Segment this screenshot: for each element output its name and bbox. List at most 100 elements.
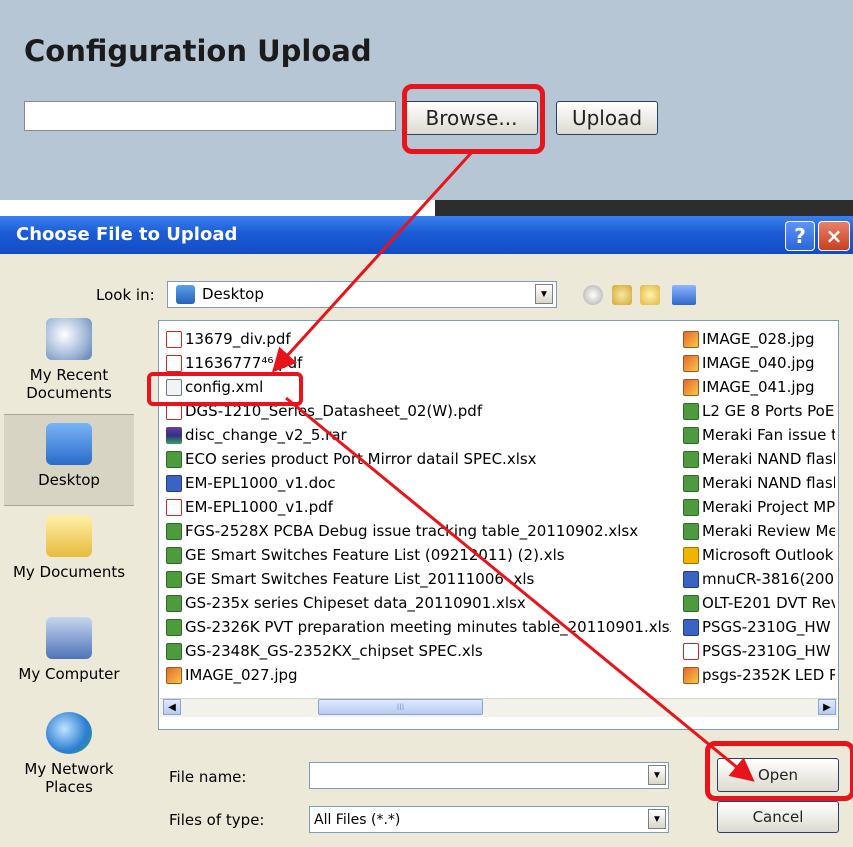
xls-file-icon [683, 402, 699, 420]
background-strip [435, 200, 853, 216]
file-item[interactable]: EM-EPL1000_v1.pdf [166, 496, 671, 518]
file-name: GS-2326K PVT preparation meeting minutes… [185, 618, 671, 636]
xls-file-icon [683, 522, 699, 540]
file-item[interactable]: GS-235x series Chipeset data_20110901.xl… [166, 592, 671, 614]
place-my-recent-documents[interactable]: My Recent Documents [4, 318, 134, 402]
file-item[interactable]: GE Smart Switches Feature List_20111006 … [166, 568, 671, 590]
new-folder-icon[interactable] [640, 285, 660, 305]
file-item[interactable]: PSGS-2310G_HW I [683, 616, 835, 638]
xls-file-icon [166, 570, 182, 588]
file-item[interactable]: 13679_div.pdf [166, 328, 671, 350]
rar-file-icon [166, 426, 182, 444]
scroll-left-icon[interactable]: ◀ [163, 699, 181, 715]
file-item[interactable]: IMAGE_028.jpg [683, 328, 835, 350]
place-label: Desktop [38, 471, 100, 489]
file-item[interactable]: Microsoft Outlook [683, 544, 835, 566]
file-name: EM-EPL1000_v1.doc [185, 474, 336, 492]
xls-file-icon [683, 498, 699, 516]
file-item[interactable]: Meraki NAND flash [683, 448, 835, 470]
file-item[interactable]: mnuCR-3816(2008 [683, 568, 835, 590]
file-item[interactable]: IMAGE_041.jpg [683, 376, 835, 398]
pst-file-icon [683, 546, 699, 564]
file-name: GE Smart Switches Feature List (09212011… [185, 546, 565, 564]
cancel-button[interactable]: Cancel [717, 801, 839, 833]
views-menu-icon[interactable] [672, 285, 696, 305]
file-path-input[interactable] [24, 101, 396, 131]
file-item[interactable]: Meraki Fan issue t [683, 424, 835, 446]
file-name: GS-235x series Chipeset data_20110901.xl… [185, 594, 526, 612]
file-item[interactable]: FGS-2528X PCBA Debug issue tracking tabl… [166, 520, 671, 542]
look-in-value: Desktop [202, 285, 264, 303]
xls-file-icon [683, 450, 699, 468]
up-folder-icon[interactable] [612, 285, 632, 305]
back-icon[interactable] [583, 285, 603, 305]
file-name-label: File name: [169, 768, 247, 786]
file-item[interactable]: 11636777⁴⁶.pdf [166, 352, 671, 374]
place-my-documents[interactable]: My Documents [4, 515, 134, 581]
pdf-file-icon [166, 498, 182, 516]
file-item[interactable]: Meraki Project MP [683, 496, 835, 518]
jpg-file-icon [683, 330, 699, 348]
help-button[interactable]: ? [785, 221, 815, 251]
file-name: Meraki Project MP [702, 498, 835, 516]
scroll-thumb[interactable]: III [318, 699, 483, 715]
file-name: Meraki Review Me [702, 522, 835, 540]
chevron-down-icon[interactable]: ▼ [648, 809, 666, 829]
file-item[interactable]: OLT-E201 DVT Rev [683, 592, 835, 614]
xls-file-icon [166, 618, 182, 636]
xls-file-icon [683, 426, 699, 444]
network-icon [46, 712, 92, 754]
files-of-type-select[interactable]: All Files (*.*) [309, 806, 669, 833]
file-name: mnuCR-3816(2008 [702, 570, 835, 588]
place-label: My Recent Documents [26, 366, 112, 402]
file-item[interactable]: GS-2348K_GS-2352KX_chipset SPEC.xls [166, 640, 671, 662]
upload-button[interactable]: Upload [556, 101, 658, 135]
xls-file-icon [683, 474, 699, 492]
file-item[interactable]: EM-EPL1000_v1.doc [166, 472, 671, 494]
file-name: Microsoft Outlook [702, 546, 834, 564]
file-name: IMAGE_027.jpg [185, 666, 298, 684]
jpg-file-icon [683, 378, 699, 396]
file-item[interactable]: PSGS-2310G_HW I [683, 640, 835, 662]
xls-file-icon [166, 450, 182, 468]
file-name: L2 GE 8 Ports PoE [702, 402, 835, 420]
file-name: PSGS-2310G_HW I [702, 618, 835, 636]
pdf-file-icon [166, 330, 182, 348]
file-name: EM-EPL1000_v1.pdf [185, 498, 333, 516]
jpg-file-icon [683, 666, 699, 684]
xls-file-icon [166, 546, 182, 564]
file-item[interactable]: psgs-2352K LED Pr [683, 664, 835, 686]
clock-documents-icon [46, 318, 92, 360]
file-name: IMAGE_040.jpg [702, 354, 815, 372]
file-item[interactable]: ECO series product Port Mirror datail SP… [166, 448, 671, 470]
file-name: GS-2348K_GS-2352KX_chipset SPEC.xls [185, 642, 483, 660]
file-name: ECO series product Port Mirror datail SP… [185, 450, 537, 468]
place-label: My Network Places [24, 760, 114, 796]
chevron-down-icon[interactable]: ▼ [648, 765, 666, 785]
computer-icon [46, 617, 92, 659]
pdf-file-icon [683, 642, 699, 660]
place-my-computer[interactable]: My Computer [4, 617, 134, 683]
file-name: 13679_div.pdf [185, 330, 291, 348]
file-item[interactable]: Meraki Review Me [683, 520, 835, 542]
close-button[interactable]: × [818, 221, 850, 251]
file-item[interactable]: Meraki NAND flash [683, 472, 835, 494]
page-title: Configuration Upload [24, 34, 372, 68]
file-name: 11636777⁴⁶.pdf [185, 354, 303, 372]
file-item[interactable]: disc_change_v2_5.rar [166, 424, 671, 446]
file-item[interactable]: IMAGE_027.jpg [166, 664, 671, 686]
file-item[interactable]: L2 GE 8 Ports PoE [683, 400, 835, 422]
xls-file-icon [166, 522, 182, 540]
file-item[interactable]: IMAGE_040.jpg [683, 352, 835, 374]
scroll-right-icon[interactable]: ▶ [818, 699, 836, 715]
file-name-input[interactable] [309, 762, 669, 789]
file-name: Meraki Fan issue t [702, 426, 835, 444]
file-item[interactable]: GE Smart Switches Feature List (09212011… [166, 544, 671, 566]
place-desktop[interactable]: Desktop [4, 414, 134, 506]
browse-highlight [402, 84, 545, 154]
chevron-down-icon[interactable]: ▼ [535, 284, 553, 304]
horizontal-scrollbar[interactable] [160, 698, 837, 717]
place-label: My Documents [12, 563, 126, 581]
place-my-network-places[interactable]: My Network Places [4, 712, 134, 796]
file-item[interactable]: GS-2326K PVT preparation meeting minutes… [166, 616, 671, 638]
